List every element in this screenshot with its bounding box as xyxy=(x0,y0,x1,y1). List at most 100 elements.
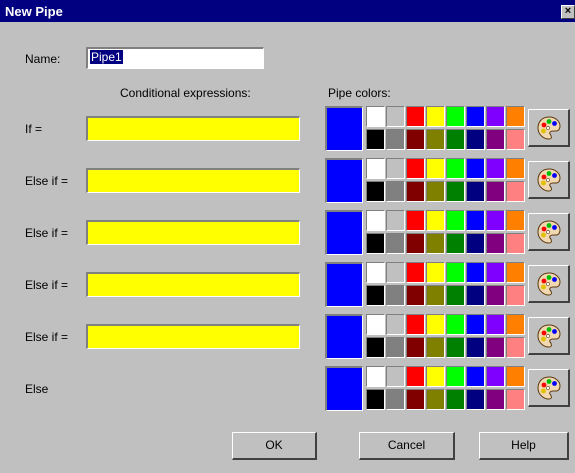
color-swatch[interactable] xyxy=(366,158,385,179)
color-swatch[interactable] xyxy=(446,158,465,179)
color-swatch[interactable] xyxy=(486,210,505,231)
color-swatch[interactable] xyxy=(446,129,465,150)
color-swatch[interactable] xyxy=(486,158,505,179)
color-swatch[interactable] xyxy=(406,337,425,358)
color-palette-button[interactable] xyxy=(528,317,570,355)
color-swatch[interactable] xyxy=(486,337,505,358)
color-swatch[interactable] xyxy=(506,181,525,202)
color-palette-button[interactable] xyxy=(528,369,570,407)
color-swatch[interactable] xyxy=(386,366,405,387)
color-swatch[interactable] xyxy=(426,314,445,335)
color-swatch[interactable] xyxy=(366,106,385,127)
color-swatch[interactable] xyxy=(446,233,465,254)
color-swatch[interactable] xyxy=(486,366,505,387)
color-swatch[interactable] xyxy=(406,233,425,254)
color-swatch[interactable] xyxy=(406,158,425,179)
color-swatch[interactable] xyxy=(446,337,465,358)
color-swatch[interactable] xyxy=(426,262,445,283)
color-swatch[interactable] xyxy=(406,314,425,335)
color-swatch[interactable] xyxy=(506,389,525,410)
color-swatch[interactable] xyxy=(386,285,405,306)
color-swatch[interactable] xyxy=(426,285,445,306)
color-swatch[interactable] xyxy=(366,129,385,150)
color-swatch[interactable] xyxy=(506,285,525,306)
color-swatch[interactable] xyxy=(466,285,485,306)
color-swatch[interactable] xyxy=(466,106,485,127)
color-swatch[interactable] xyxy=(446,262,465,283)
color-swatch[interactable] xyxy=(426,389,445,410)
color-swatch[interactable] xyxy=(506,314,525,335)
else-if-expression-input[interactable] xyxy=(86,324,300,349)
color-swatch[interactable] xyxy=(506,337,525,358)
color-swatch[interactable] xyxy=(486,129,505,150)
color-swatch[interactable] xyxy=(466,337,485,358)
else-if-expression-input[interactable] xyxy=(86,220,300,245)
color-swatch[interactable] xyxy=(446,389,465,410)
color-swatch[interactable] xyxy=(366,210,385,231)
color-swatch[interactable] xyxy=(486,262,505,283)
color-swatch[interactable] xyxy=(406,181,425,202)
color-swatch[interactable] xyxy=(466,262,485,283)
color-swatch[interactable] xyxy=(486,389,505,410)
ok-button[interactable]: OK xyxy=(232,432,317,460)
color-swatch[interactable] xyxy=(386,337,405,358)
color-swatch[interactable] xyxy=(366,337,385,358)
color-swatch[interactable] xyxy=(506,210,525,231)
color-swatch[interactable] xyxy=(366,285,385,306)
else-if-expression-input[interactable] xyxy=(86,168,300,193)
cancel-button[interactable]: Cancel xyxy=(359,432,455,460)
color-swatch[interactable] xyxy=(406,366,425,387)
color-swatch[interactable] xyxy=(386,210,405,231)
color-swatch[interactable] xyxy=(366,389,385,410)
color-swatch[interactable] xyxy=(426,366,445,387)
color-swatch[interactable] xyxy=(466,158,485,179)
color-swatch[interactable] xyxy=(426,129,445,150)
color-swatch[interactable] xyxy=(466,129,485,150)
color-swatch[interactable] xyxy=(486,314,505,335)
color-swatch[interactable] xyxy=(426,210,445,231)
color-swatch[interactable] xyxy=(426,181,445,202)
color-swatch[interactable] xyxy=(506,262,525,283)
selected-color-swatch[interactable] xyxy=(325,106,363,151)
color-swatch[interactable] xyxy=(486,181,505,202)
color-swatch[interactable] xyxy=(406,285,425,306)
name-input[interactable]: Pipe1 xyxy=(86,47,264,69)
selected-color-swatch[interactable] xyxy=(325,366,363,411)
color-swatch[interactable] xyxy=(466,210,485,231)
selected-color-swatch[interactable] xyxy=(325,262,363,307)
color-swatch[interactable] xyxy=(486,106,505,127)
color-swatch[interactable] xyxy=(366,181,385,202)
color-swatch[interactable] xyxy=(366,366,385,387)
color-swatch[interactable] xyxy=(486,233,505,254)
else-if-expression-input[interactable] xyxy=(86,272,300,297)
color-swatch[interactable] xyxy=(446,181,465,202)
color-swatch[interactable] xyxy=(386,129,405,150)
color-swatch[interactable] xyxy=(446,366,465,387)
title-bar[interactable]: New Pipe × xyxy=(0,0,575,22)
color-swatch[interactable] xyxy=(406,262,425,283)
color-swatch[interactable] xyxy=(386,389,405,410)
color-swatch[interactable] xyxy=(466,366,485,387)
color-swatch[interactable] xyxy=(386,233,405,254)
color-swatch[interactable] xyxy=(506,366,525,387)
color-swatch[interactable] xyxy=(506,158,525,179)
color-swatch[interactable] xyxy=(386,106,405,127)
color-palette-button[interactable] xyxy=(528,109,570,147)
color-swatch[interactable] xyxy=(406,210,425,231)
color-palette-button[interactable] xyxy=(528,161,570,199)
color-swatch[interactable] xyxy=(366,262,385,283)
color-swatch[interactable] xyxy=(426,233,445,254)
color-palette-button[interactable] xyxy=(528,213,570,251)
color-swatch[interactable] xyxy=(366,233,385,254)
color-palette-button[interactable] xyxy=(528,265,570,303)
color-swatch[interactable] xyxy=(386,262,405,283)
color-swatch[interactable] xyxy=(406,106,425,127)
color-swatch[interactable] xyxy=(486,285,505,306)
color-swatch[interactable] xyxy=(386,314,405,335)
color-swatch[interactable] xyxy=(426,106,445,127)
color-swatch[interactable] xyxy=(466,314,485,335)
color-swatch[interactable] xyxy=(466,233,485,254)
color-swatch[interactable] xyxy=(446,210,465,231)
color-swatch[interactable] xyxy=(506,233,525,254)
color-swatch[interactable] xyxy=(466,389,485,410)
